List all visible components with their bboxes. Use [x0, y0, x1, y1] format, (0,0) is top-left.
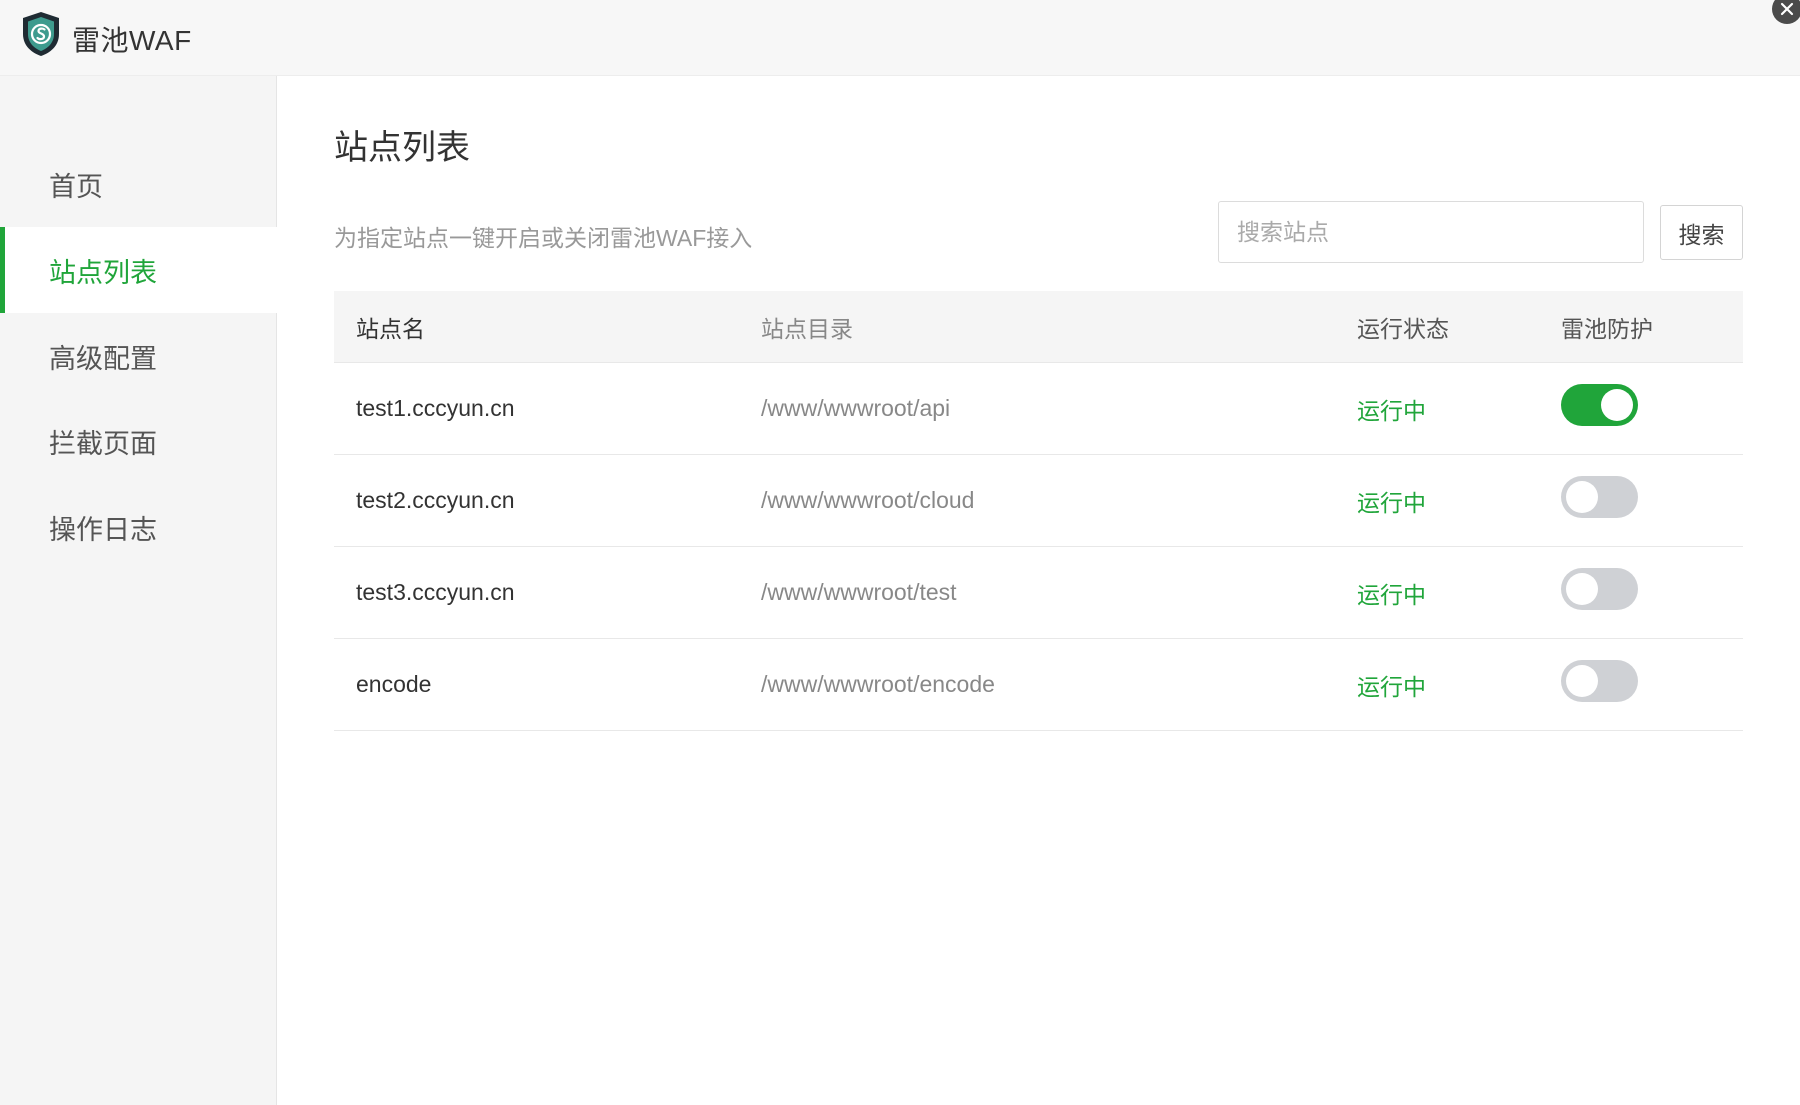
sidebar-item-label: 首页 — [49, 171, 103, 202]
sidebar-item-operation-log[interactable]: 操作日志 — [0, 484, 277, 570]
table-row: test3.cccyun.cn /www/wwwroot/test 运行中 — [334, 547, 1743, 639]
sidebar-item-advanced-config[interactable]: 高级配置 — [0, 313, 277, 399]
sidebar-item-label: 站点列表 — [49, 257, 157, 288]
site-name: encode — [356, 671, 432, 697]
toggle-knob — [1601, 388, 1633, 421]
app-title: 雷池WAF — [72, 25, 192, 56]
column-header-protection: 雷池防护 — [1561, 315, 1653, 342]
sidebar-item-home[interactable]: 首页 — [0, 141, 277, 227]
sidebar-item-label: 高级配置 — [49, 343, 157, 374]
status-text: 运行中 — [1357, 581, 1426, 608]
sidebar-item-label: 操作日志 — [49, 514, 157, 545]
protection-cell — [1561, 363, 1638, 454]
site-dir: /www/wwwroot/api — [761, 395, 951, 421]
table-row: encode /www/wwwroot/encode 运行中 — [334, 639, 1743, 731]
toggle-knob — [1566, 572, 1598, 605]
site-dir: /www/wwwroot/test — [761, 579, 957, 605]
table-header: 站点名 站点目录 运行状态 雷池防护 — [334, 291, 1743, 363]
page-description: 为指定站点一键开启或关闭雷池WAF接入 — [334, 225, 753, 251]
site-name: test3.cccyun.cn — [356, 579, 515, 605]
site-table: 站点名 站点目录 运行状态 雷池防护 test1.cccyun.cn /www/… — [334, 291, 1743, 731]
protection-toggle[interactable] — [1561, 475, 1638, 518]
search-input[interactable] — [1218, 201, 1644, 263]
protection-toggle[interactable] — [1561, 659, 1638, 702]
protection-cell — [1561, 639, 1638, 730]
site-name: test1.cccyun.cn — [356, 395, 515, 421]
protection-toggle[interactable] — [1561, 383, 1638, 426]
shield-logo-icon — [23, 12, 59, 56]
sidebar-item-label: 拦截页面 — [49, 428, 157, 459]
window-close-button[interactable] — [1772, 0, 1800, 24]
sidebar: 首页 站点列表 高级配置 拦截页面 操作日志 — [0, 76, 277, 1105]
protection-toggle[interactable] — [1561, 567, 1638, 610]
site-name: test2.cccyun.cn — [356, 487, 515, 513]
status-text: 运行中 — [1357, 673, 1426, 700]
search-button[interactable]: 搜索 — [1660, 205, 1743, 260]
status-text: 运行中 — [1357, 489, 1426, 516]
protection-cell — [1561, 547, 1638, 638]
column-header-site-dir: 站点目录 — [761, 315, 853, 342]
status-text: 运行中 — [1357, 397, 1426, 424]
sidebar-item-site-list[interactable]: 站点列表 — [0, 227, 277, 313]
site-dir: /www/wwwroot/encode — [761, 671, 995, 697]
close-icon — [1780, 2, 1794, 16]
page-title: 站点列表 — [334, 129, 470, 167]
site-dir: /www/wwwroot/cloud — [761, 487, 975, 513]
table-row: test1.cccyun.cn /www/wwwroot/api 运行中 — [334, 363, 1743, 455]
toggle-knob — [1566, 480, 1598, 513]
table-row: test2.cccyun.cn /www/wwwroot/cloud 运行中 — [334, 455, 1743, 547]
column-header-site-name: 站点名 — [356, 315, 425, 342]
app-header: 雷池WAF — [0, 0, 1800, 76]
toggle-knob — [1566, 664, 1598, 697]
protection-cell — [1561, 455, 1638, 546]
column-header-status: 运行状态 — [1357, 315, 1449, 342]
sidebar-item-block-page[interactable]: 拦截页面 — [0, 398, 277, 484]
